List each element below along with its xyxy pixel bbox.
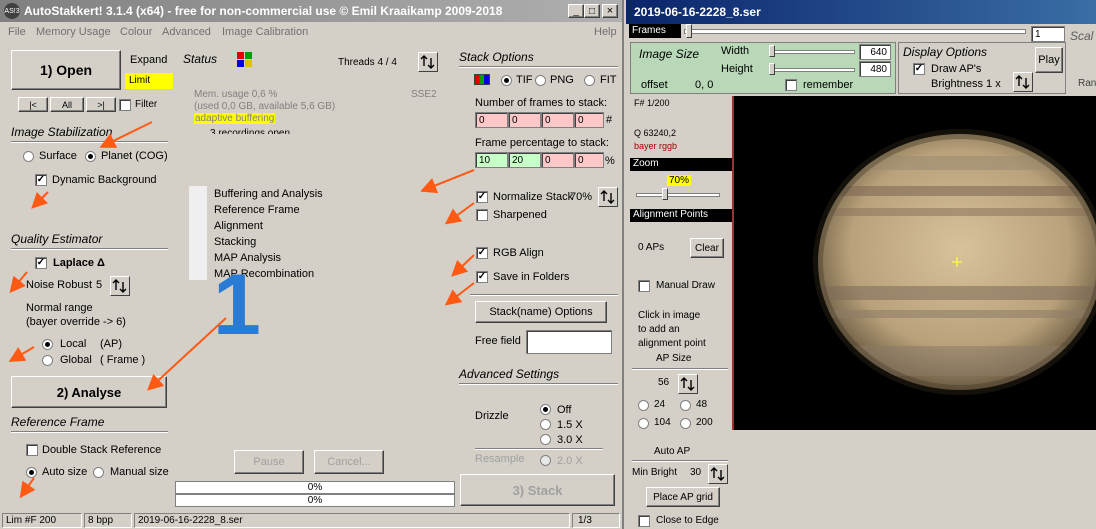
scale-label: Scal bbox=[1070, 29, 1094, 43]
close-to-edge-label: Close to Edge bbox=[656, 515, 719, 526]
frames-slider-thumb[interactable] bbox=[686, 24, 692, 38]
autostakkert-window: AS!3 AutoStakkert! 3.1.4 (x64) - free fo… bbox=[0, 0, 624, 529]
frames-label: Frames bbox=[629, 24, 681, 38]
size-24-label: 24 bbox=[654, 399, 666, 410]
width-slider-thumb[interactable] bbox=[769, 45, 775, 57]
quality-value-label: Q 63240,2 bbox=[634, 128, 677, 138]
image-size-title: Image Size bbox=[639, 47, 700, 61]
size-48-radio[interactable] bbox=[680, 400, 691, 411]
play-button[interactable]: Play bbox=[1035, 47, 1063, 73]
ap-count-label: 0 APs bbox=[638, 242, 665, 253]
min-bright-stepper[interactable] bbox=[708, 464, 728, 484]
place-ap-grid-button[interactable]: Place AP grid bbox=[646, 487, 720, 507]
bayer-label: bayer rggb bbox=[634, 141, 678, 151]
remember-checkbox[interactable] bbox=[785, 79, 797, 91]
click-info: Click in image to add an alignment point bbox=[638, 309, 706, 351]
clear-button[interactable]: Clear bbox=[690, 238, 724, 258]
min-bright-value: 30 bbox=[690, 467, 702, 478]
min-bright-label: Min Bright bbox=[632, 467, 678, 478]
draw-aps-label: Draw AP's bbox=[931, 63, 982, 75]
height-slider[interactable] bbox=[769, 68, 855, 72]
width-input[interactable]: 640 bbox=[859, 44, 891, 60]
size-104-label: 104 bbox=[654, 417, 671, 428]
offset-value: 0, 0 bbox=[695, 79, 714, 91]
height-input[interactable]: 480 bbox=[859, 61, 891, 77]
display-options-title: Display Options bbox=[903, 45, 988, 59]
draw-aps-checkbox[interactable]: ✓ bbox=[913, 63, 925, 75]
image-viewport[interactable] bbox=[732, 96, 1096, 430]
zoom-header: Zoom bbox=[630, 158, 732, 171]
frame-number-label: F# 1/200 bbox=[634, 98, 670, 108]
remember-label: remember bbox=[803, 79, 854, 91]
jupiter-image bbox=[813, 129, 1096, 395]
height-label: Height bbox=[721, 63, 753, 75]
frames-slider[interactable] bbox=[684, 29, 1026, 34]
close-to-edge-checkbox[interactable] bbox=[638, 515, 650, 527]
ap-size-value: 56 bbox=[658, 377, 670, 388]
offset-label: offset bbox=[641, 79, 668, 91]
viewer-side-panel: F# 1/200 Q 63240,2 bayer rggb Zoom 70% A… bbox=[630, 96, 732, 529]
size-104-radio[interactable] bbox=[638, 418, 649, 429]
zoom-slider[interactable] bbox=[636, 193, 720, 197]
ap-size-label: AP Size bbox=[656, 353, 692, 364]
click-info-line: alignment point bbox=[638, 338, 706, 349]
frame-number-input[interactable]: 1 bbox=[1031, 26, 1065, 42]
auto-ap-label: Auto AP bbox=[654, 446, 691, 457]
display-options-panel: Display Options ✓ Draw AP's Brightness 1… bbox=[898, 42, 1066, 94]
brightness-stepper[interactable] bbox=[1013, 72, 1033, 92]
divider bbox=[632, 460, 728, 462]
zoom-value: 70% bbox=[667, 175, 692, 186]
ran-label: Ran bbox=[1078, 78, 1096, 89]
size-200-radio[interactable] bbox=[680, 418, 691, 429]
height-slider-thumb[interactable] bbox=[769, 63, 775, 75]
ap-size-stepper[interactable] bbox=[678, 374, 698, 394]
click-info-line: to add an bbox=[638, 324, 680, 335]
brightness-label: Brightness 1 x bbox=[931, 78, 1001, 90]
viewer-title-bar: 2019-06-16-2228_8.ser bbox=[626, 0, 1096, 24]
size-200-label: 200 bbox=[696, 417, 713, 428]
alignment-points-header: Alignment Points bbox=[630, 209, 732, 222]
size-24-radio[interactable] bbox=[638, 400, 649, 411]
ser-viewer-window: 2019-06-16-2228_8.ser Frames 1 Scal Imag… bbox=[626, 0, 1096, 529]
divider bbox=[632, 368, 728, 370]
manual-draw-label: Manual Draw bbox=[656, 280, 715, 291]
width-slider[interactable] bbox=[769, 50, 855, 54]
size-48-label: 48 bbox=[696, 399, 708, 410]
click-info-line: Click in image bbox=[638, 310, 701, 321]
viewer-title: 2019-06-16-2228_8.ser bbox=[634, 5, 761, 19]
annotation-arrows bbox=[8, 121, 475, 499]
width-label: Width bbox=[721, 45, 750, 57]
manual-draw-checkbox[interactable] bbox=[638, 280, 650, 292]
image-size-panel: Image Size Width Height 640 480 offset 0… bbox=[630, 42, 896, 94]
zoom-slider-thumb[interactable] bbox=[662, 188, 668, 200]
